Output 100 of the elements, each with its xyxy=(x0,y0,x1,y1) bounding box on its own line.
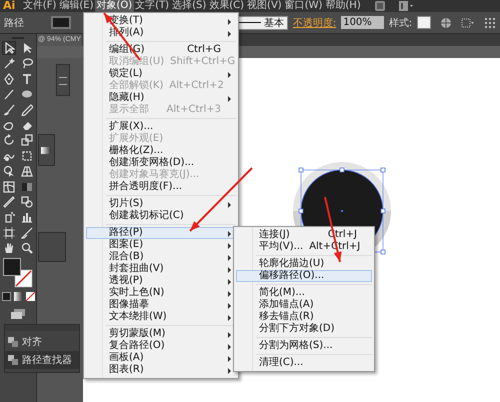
shortcut-text: Alt+Ctrl+3 xyxy=(166,104,221,116)
menu-item-label: 封套扭曲(V) xyxy=(109,263,165,274)
menu-item-label: 创建渐变网格(D)... xyxy=(109,157,196,168)
menu-item-label: 分割为网格(S)... xyxy=(259,340,334,352)
menu-item[interactable]: 锁定(L) xyxy=(86,68,236,80)
menu-item-label: 透视(P) xyxy=(109,275,144,286)
pointer-icon[interactable] xyxy=(21,42,33,54)
magnifier-icon[interactable] xyxy=(21,242,33,254)
menu-item-label: 创建裁切标记(C) xyxy=(109,210,185,222)
menu-item-label: 扩展(X)... xyxy=(109,121,154,132)
style-label: 样式: xyxy=(388,16,412,30)
none-mode-button[interactable] xyxy=(26,292,34,302)
shape-builder-icon[interactable] xyxy=(3,165,15,178)
hand-icon[interactable] xyxy=(3,242,15,254)
menu-item[interactable]: 简化(M)... xyxy=(236,287,372,299)
menu-item[interactable]: 隐藏(H) xyxy=(86,92,236,104)
knife-icon[interactable] xyxy=(21,226,33,239)
object-type-label: 路径 xyxy=(4,16,24,30)
color-mode-button[interactable] xyxy=(2,292,10,302)
menu-item[interactable]: 路径(P) xyxy=(86,227,236,239)
menu-item[interactable]: 创建渐变网格(D)... xyxy=(86,157,236,169)
menu-bar-item[interactable]: 选择(S) xyxy=(170,0,208,12)
gradient-mode-button[interactable] xyxy=(14,292,22,302)
fill-swatch[interactable] xyxy=(51,16,71,29)
menu-bar-item[interactable]: 编辑(E) xyxy=(58,0,95,12)
shortcut-text: Shift+Ctrl+G xyxy=(170,56,236,68)
menu-item-label: 图表(R) xyxy=(109,364,145,376)
menu-item-label: 切片(S) xyxy=(109,198,144,210)
menu-item-label: 锁定(L) xyxy=(109,68,144,80)
menu-item-label: 添加锚点(A) xyxy=(259,299,315,310)
perspective-grid-icon[interactable] xyxy=(21,165,33,178)
menu-item[interactable]: 栅格化(Z)... xyxy=(86,145,236,157)
menu-item[interactable]: 轮廓化描边(U) xyxy=(236,258,372,270)
wand-icon[interactable] xyxy=(3,57,15,70)
pen-icon[interactable] xyxy=(3,72,15,85)
menu-item-label: 隐藏(H) xyxy=(109,92,146,104)
menu-bar-item[interactable]: 视图(V) xyxy=(246,0,284,12)
menu-item[interactable]: 扩展(X)... xyxy=(86,121,236,133)
type-tool-icon[interactable] xyxy=(21,72,33,85)
menu-item-label: 剪切蒙版(M) xyxy=(109,328,166,340)
fill-stroke-drawing[interactable] xyxy=(3,258,33,288)
selection-arrow-icon[interactable] xyxy=(3,42,15,54)
artboard-icon[interactable] xyxy=(3,226,15,239)
ellipse-icon[interactable] xyxy=(21,88,33,100)
menu-item-label: 文本绕排(W) xyxy=(109,311,168,323)
scale-icon[interactable] xyxy=(21,134,33,146)
bar-graph-icon[interactable] xyxy=(21,211,33,224)
menu-item-label: 扩展外观(E) xyxy=(109,133,164,144)
brush-icon[interactable] xyxy=(3,104,15,116)
menu-item-label: 混合(B) xyxy=(109,251,145,262)
app-logo: Ai xyxy=(2,0,16,12)
menu-item[interactable]: 切片(S) xyxy=(86,198,236,210)
opacity-link[interactable]: 不透明度: xyxy=(292,16,336,30)
menu-item-label: 全部解锁(K) xyxy=(109,80,164,92)
menu-item-label: 轮廓化描边(U) xyxy=(259,258,326,270)
menu-item[interactable]: 拼合透明度(F)... xyxy=(86,181,236,193)
grid-icon[interactable] xyxy=(484,16,496,28)
menu-item-label: 分割下方对象(D) xyxy=(259,323,336,335)
menu-item-label: 栅格化(Z)... xyxy=(109,145,164,156)
menu-item-label: 拼合透明度(F)... xyxy=(109,181,184,193)
symbol-sprayer-icon[interactable] xyxy=(3,211,15,224)
blend-icon[interactable] xyxy=(21,196,33,208)
menu-item[interactable]: 移去锚点(R) xyxy=(236,311,372,323)
panel-label: 对齐 xyxy=(22,336,42,349)
panel-tab[interactable]: 路径查找器 xyxy=(5,351,79,369)
opacity-field[interactable]: 100% xyxy=(341,16,384,29)
layout-icon[interactable] xyxy=(398,0,414,12)
globe-icon[interactable] xyxy=(440,16,452,28)
menu-item[interactable]: 添加锚点(A) xyxy=(236,299,372,311)
style-swatch[interactable] xyxy=(417,16,432,29)
menu-item[interactable]: 分割为网格(S)... xyxy=(236,340,372,352)
menu-item-label: 偏移路径(O)... xyxy=(259,270,326,282)
gradient-icon[interactable] xyxy=(21,180,33,193)
screen-mode-icon[interactable] xyxy=(11,309,25,320)
panel-tab[interactable]: 对齐 xyxy=(5,333,79,351)
menu-item[interactable]: 创建裁切标记(C) xyxy=(86,210,236,222)
menu-bar-item[interactable]: 效果(C) xyxy=(208,0,246,12)
menu-item-label: 连接(J) xyxy=(259,229,291,241)
menu-item-label: 移去锚点(R) xyxy=(259,311,315,322)
line-icon[interactable] xyxy=(3,88,15,100)
menu-item-label: 平均(V)... xyxy=(259,241,304,253)
menu-item-label: 路径(P) xyxy=(109,227,144,238)
shortcut-text: Ctrl+G xyxy=(187,44,221,56)
menu-item-label: 创建对象马赛克(J)... xyxy=(109,169,200,180)
free-transform-icon[interactable] xyxy=(21,150,33,162)
rotate-icon[interactable] xyxy=(3,134,15,146)
lasso-icon[interactable] xyxy=(21,57,33,70)
panel-label: 路径查找器 xyxy=(22,354,72,367)
menu-item-label: 画板(A) xyxy=(109,352,145,364)
panel-icon xyxy=(8,355,18,365)
pencil-icon[interactable] xyxy=(21,104,33,116)
menu-item[interactable]: 分割下方对象(D) xyxy=(236,323,372,335)
shortcut-text: Alt+Ctrl+2 xyxy=(169,80,224,92)
menu-item[interactable]: 偏移路径(O)... xyxy=(236,270,372,282)
mesh-icon[interactable] xyxy=(3,180,15,193)
eyedropper-icon[interactable] xyxy=(3,196,15,208)
menu-item-label: 图像描摹 xyxy=(109,299,150,310)
menu-item[interactable]: 清理(C)... xyxy=(236,357,372,369)
menu-bar-item[interactable]: 帮助(H) xyxy=(324,0,362,12)
menu-bar-item[interactable]: 对象(O) xyxy=(94,0,134,12)
